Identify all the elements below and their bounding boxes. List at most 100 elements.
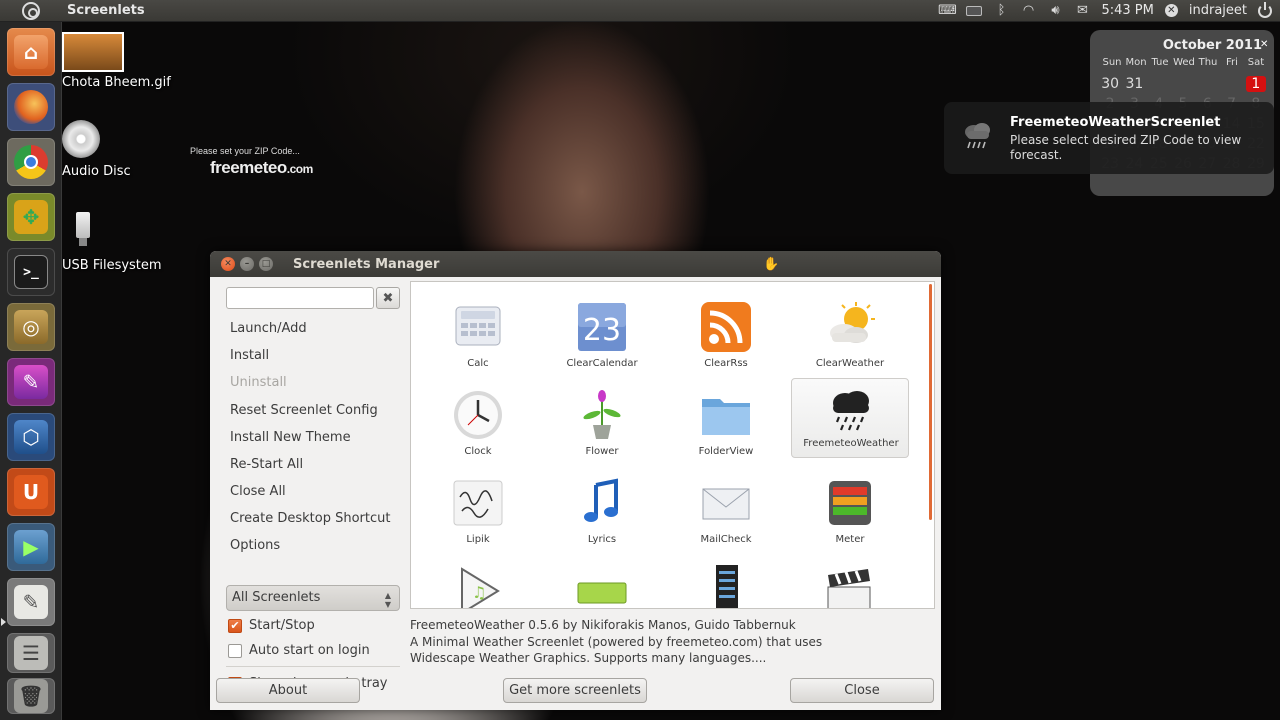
desktop-icon-label[interactable]: Audio Disc: [62, 164, 131, 179]
calendar-weekday: Fri: [1226, 57, 1238, 68]
top-panel: Screenlets ⌨ ᛒ ◠ 🔊︎ ✉ 5:43 PM ✕ indrajee…: [0, 0, 1280, 22]
launcher-home-folder[interactable]: ⌂: [7, 28, 55, 76]
window-close-button[interactable]: ✕: [221, 257, 235, 271]
launcher-firefox[interactable]: [7, 83, 55, 131]
volume-icon[interactable]: 🔊︎: [1047, 3, 1063, 18]
autostart-row[interactable]: Auto start on login: [228, 643, 370, 658]
window-minimize-button[interactable]: –: [240, 257, 254, 271]
calendar-day[interactable]: 31: [1122, 76, 1146, 92]
screenlet-tile-mailcheck[interactable]: MailCheck: [667, 464, 785, 545]
menu-install-theme[interactable]: Install New Theme: [230, 430, 351, 445]
calendar-day[interactable]: [1147, 76, 1171, 92]
rain-cloud-icon: [833, 391, 869, 431]
ubuntu-logo-icon: [22, 1, 40, 20]
menu-launch-add[interactable]: Launch/Add: [230, 321, 307, 336]
screenlet-tile-clearrss[interactable]: ClearRss: [667, 288, 785, 369]
search-clear-button[interactable]: ✖: [376, 287, 400, 309]
battery-icon[interactable]: [966, 4, 983, 18]
graphics-app-icon: ✎: [14, 365, 48, 399]
launcher-terminal[interactable]: >_: [7, 248, 55, 296]
usb-drive-icon[interactable]: [72, 212, 94, 252]
desktop-icon-gif[interactable]: [58, 32, 128, 72]
screenlet-tile-equalizer[interactable]: [667, 552, 785, 608]
launcher: ⌂ ✥ >_ ◎ ✎ ⬡ U ▶ ✎ ☰ 🗑︎: [0, 22, 62, 720]
autostart-checkbox[interactable]: [228, 643, 242, 658]
wifi-icon[interactable]: ◠: [1020, 3, 1036, 18]
about-button[interactable]: About: [216, 678, 360, 703]
screenlet-tile-flower[interactable]: Flower: [543, 376, 661, 457]
calendar-day[interactable]: [1195, 76, 1219, 92]
user-status-icon[interactable]: ✕: [1164, 4, 1178, 17]
launcher-screenlets[interactable]: ☰: [7, 633, 55, 673]
get-more-screenlets-button[interactable]: Get more screenlets: [503, 678, 647, 703]
desktop-icon-label[interactable]: USB Filesystem: [62, 258, 162, 273]
audio-disc-icon[interactable]: [62, 120, 102, 160]
calendar-day[interactable]: 1: [1245, 76, 1266, 92]
launcher-trash[interactable]: 🗑︎: [7, 678, 55, 714]
window-maximize-button[interactable]: □: [259, 257, 273, 271]
launcher-workspace-switcher[interactable]: ✥: [7, 193, 55, 241]
actions-pane: ✖ Launch/Add Install Uninstall Reset Scr…: [210, 277, 410, 691]
media-play-icon: ♫: [461, 567, 500, 608]
screenlet-tile-lyrics[interactable]: Lyrics: [543, 464, 661, 545]
ubuntu-dash-button[interactable]: [0, 0, 62, 22]
mail-icon[interactable]: ✉: [1074, 3, 1090, 18]
screenlet-filter-select[interactable]: All Screenlets ▲ ▼: [226, 585, 400, 611]
desktop-icon-label[interactable]: Chota Bheem.gif: [62, 75, 171, 90]
launcher-virtualbox[interactable]: ⬡: [7, 413, 55, 461]
screenlet-tile-folderview[interactable]: FolderView: [667, 376, 785, 457]
screenlet-tile-freemeteoweather[interactable]: FreemeteoWeather: [791, 378, 909, 458]
screenlet-tile-ruler[interactable]: [543, 552, 661, 608]
music-note-icon: [584, 478, 618, 522]
terminal-icon: >_: [14, 255, 48, 289]
screenlets-grid: Calc 23 ClearCalendar ClearRss ClearWeat…: [410, 281, 935, 609]
equalizer-icon: [716, 565, 738, 608]
launcher-graphics-app[interactable]: ✎: [7, 358, 55, 406]
menu-desktop-shortcut[interactable]: Create Desktop Shortcut: [230, 511, 390, 526]
filter-selected-value: All Screenlets: [232, 590, 321, 605]
start-stop-row[interactable]: ✔ Start/Stop: [228, 618, 315, 633]
calendar-close-icon[interactable]: ✕: [1260, 40, 1270, 50]
launcher-text-editor[interactable]: ✎: [7, 578, 55, 626]
bluetooth-icon[interactable]: ᛒ: [993, 3, 1009, 18]
menu-reset-config[interactable]: Reset Screenlet Config: [230, 403, 378, 418]
clock-time[interactable]: 5:43 PM: [1101, 3, 1153, 18]
active-app-title: Screenlets: [67, 3, 145, 18]
calendar-day[interactable]: [1171, 76, 1195, 92]
keyboard-layout-icon[interactable]: ⌨: [938, 3, 957, 18]
calendar-day[interactable]: [1219, 76, 1243, 92]
launcher-software-center[interactable]: ◎: [7, 303, 55, 351]
user-name[interactable]: indrajeet: [1189, 3, 1247, 18]
menu-options[interactable]: Options: [230, 538, 280, 553]
screenlet-tile-clock[interactable]: Clock: [419, 376, 537, 457]
screenlet-tile-media[interactable]: ♫: [419, 552, 537, 608]
grid-scrollbar[interactable]: [929, 284, 932, 520]
calendar-weekday: Tue: [1151, 57, 1169, 68]
window-titlebar[interactable]: ✕ – □ Screenlets Manager ✋: [210, 251, 941, 277]
menu-close-all[interactable]: Close All: [230, 484, 286, 499]
launcher-ubuntu-one[interactable]: U: [7, 468, 55, 516]
menu-install[interactable]: Install: [230, 348, 269, 363]
launcher-chrome[interactable]: [7, 138, 55, 186]
screenlet-tile-lipik[interactable]: Lipik: [419, 464, 537, 545]
screenlet-tile-clearweather[interactable]: ClearWeather: [791, 288, 909, 369]
menu-uninstall[interactable]: Uninstall: [230, 375, 287, 390]
select-arrows-icon: ▲ ▼: [384, 591, 391, 609]
screenlet-tile-clearcalendar[interactable]: 23 ClearCalendar: [543, 288, 661, 369]
screenlet-tile-label: ClearWeather: [815, 358, 885, 369]
power-icon[interactable]: [1258, 1, 1272, 18]
screenlet-tile-calc[interactable]: Calc: [419, 288, 537, 369]
freemeteo-logo: freemeteo.com: [190, 158, 313, 178]
calendar-day[interactable]: 30: [1098, 76, 1122, 92]
firefox-icon: [14, 90, 48, 124]
close-button[interactable]: Close: [790, 678, 934, 703]
screenlet-tile-clapper[interactable]: [791, 552, 909, 608]
svg-text:23: 23: [583, 313, 621, 348]
launcher-video-player[interactable]: ▶: [7, 523, 55, 571]
menu-restart-all[interactable]: Re-Start All: [230, 457, 303, 472]
calendar-month-title: October 2011: [1162, 38, 1262, 53]
start-stop-checkbox[interactable]: ✔: [228, 618, 242, 633]
screenlet-tile-meter[interactable]: Meter: [791, 464, 909, 545]
search-input[interactable]: [226, 287, 374, 309]
freemeteo-widget[interactable]: Please set your ZIP Code... freemeteo.co…: [190, 146, 313, 178]
